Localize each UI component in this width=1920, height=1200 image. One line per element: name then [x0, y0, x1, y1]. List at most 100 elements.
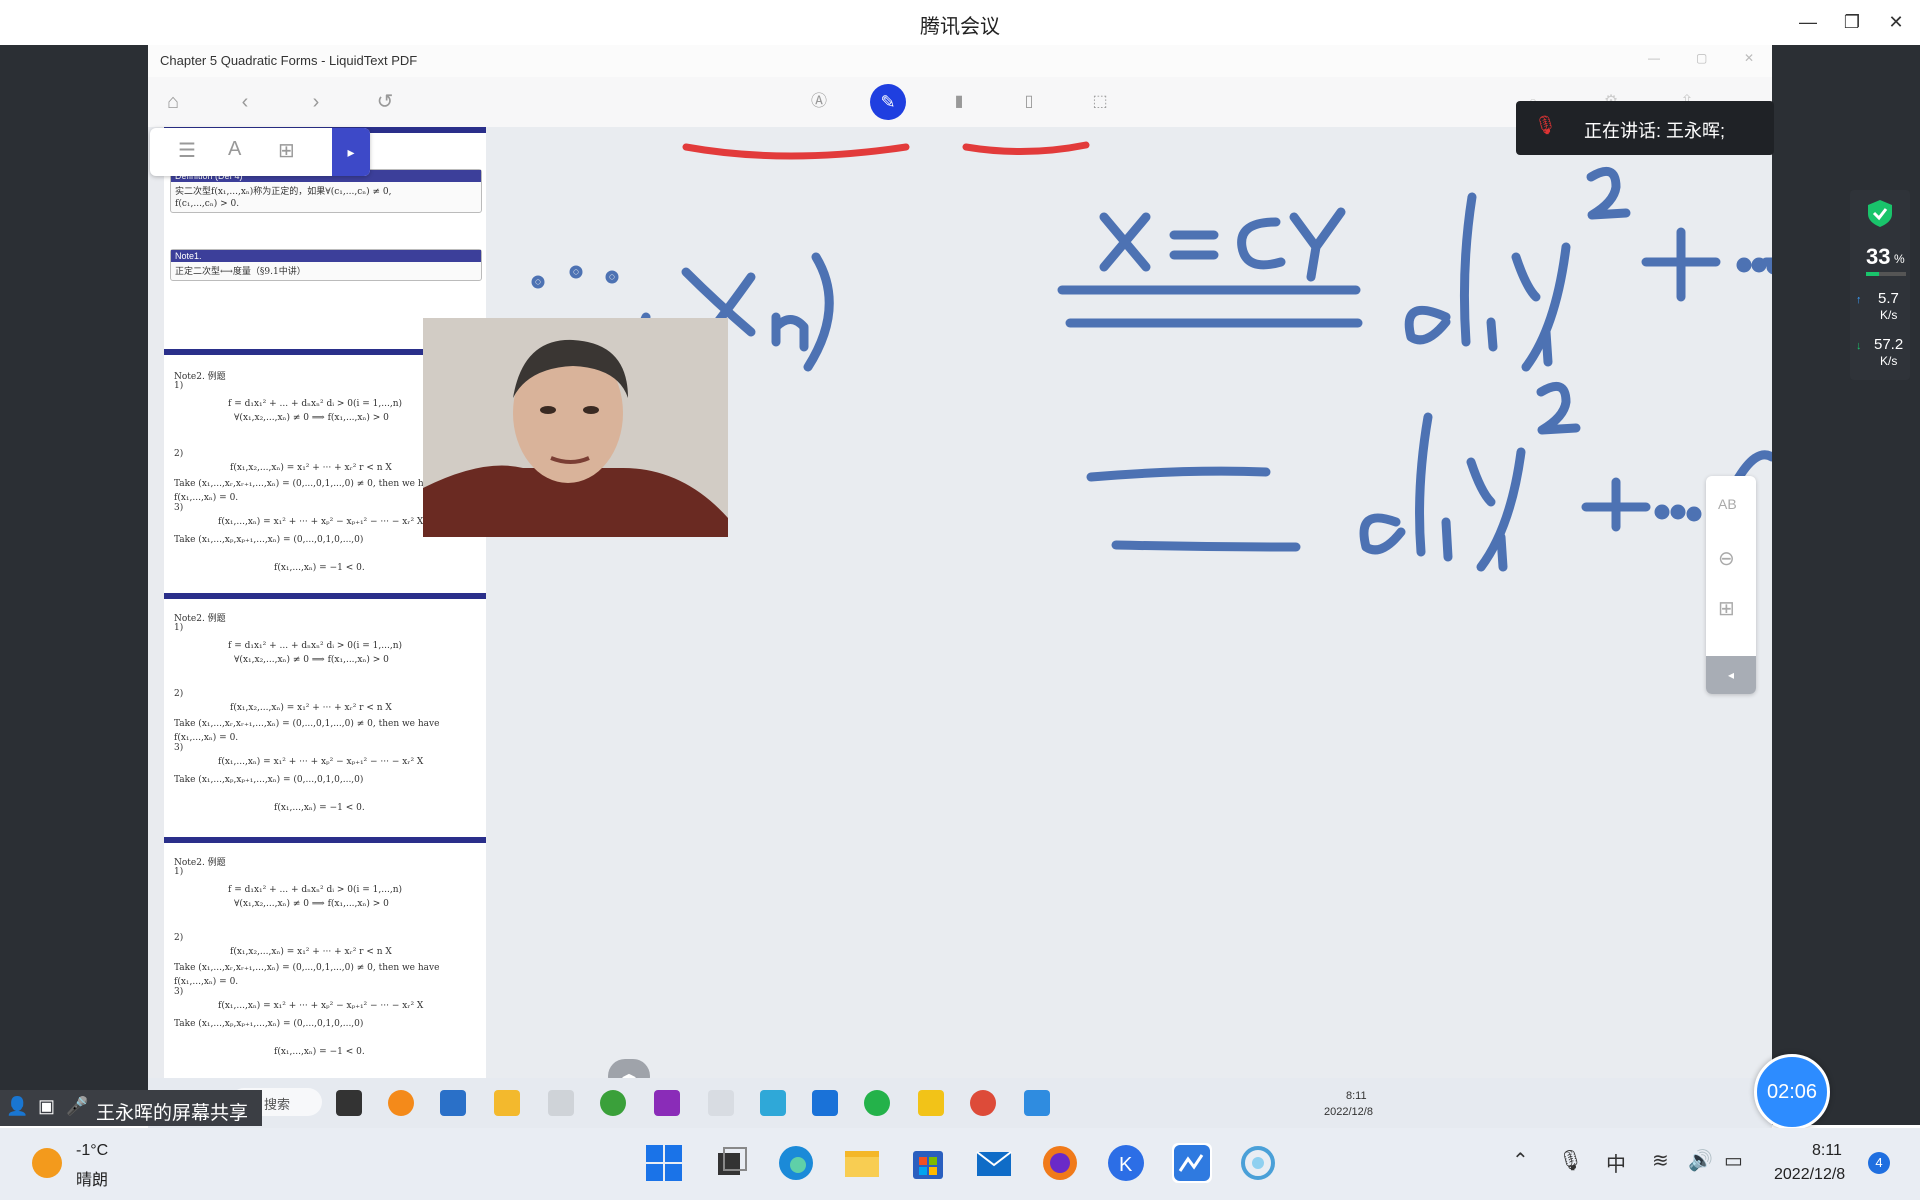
text-box-icon[interactable]: AB: [1718, 496, 1737, 512]
meeting-timer[interactable]: 02:06: [1754, 1054, 1830, 1130]
lt-close-icon[interactable]: ✕: [1744, 51, 1754, 65]
zoom-out-icon[interactable]: ⊖: [1718, 546, 1735, 571]
item3-label: 3): [174, 743, 184, 753]
miro-icon[interactable]: [918, 1090, 944, 1116]
item3-label: 3): [174, 503, 184, 513]
app-icon[interactable]: [812, 1090, 838, 1116]
liquidtext-icon[interactable]: [1172, 1143, 1212, 1183]
item2-label: 2): [174, 689, 184, 699]
equation: Take (x₁,...,xᵣ,xᵣ₊₁,...,xₙ) = (0,...,0,…: [174, 719, 440, 729]
screen-icon: ▣: [38, 1096, 56, 1116]
minimize-button[interactable]: —: [1788, 6, 1828, 38]
upload-unit: K/s: [1880, 308, 1898, 322]
download-speed: 57.2: [1874, 336, 1904, 353]
meeting-app-icon[interactable]: [1024, 1090, 1050, 1116]
eraser-icon[interactable]: ▯: [1014, 87, 1044, 117]
shield-icon: [1868, 200, 1892, 227]
k-app-icon[interactable]: K: [1106, 1143, 1146, 1183]
edge-icon[interactable]: [776, 1143, 816, 1183]
store-icon[interactable]: [440, 1090, 466, 1116]
app-icon[interactable]: [708, 1090, 734, 1116]
app-icon[interactable]: [760, 1090, 786, 1116]
ime-indicator[interactable]: 中: [1606, 1148, 1626, 1177]
notification-badge[interactable]: 4: [1868, 1152, 1890, 1174]
definition-body-line2: f(c₁,...,cₙ) > 0.: [175, 199, 240, 209]
equation: Take (x₁,...,xᵣ,xᵣ₊₁,...,xₙ) = (0,...,0,…: [174, 479, 440, 489]
equation: Take (x₁,...,xₚ,xₚ₊₁,...,xₙ) = (0,...,0,…: [174, 775, 364, 785]
cpu-percent-unit: %: [1894, 252, 1905, 266]
item1-label: 1): [174, 623, 184, 633]
meeting-title-bar: 腾讯会议 — ❐ ✕: [0, 0, 1920, 45]
equation: Take (x₁,...,xₚ,xₚ₊₁,...,xₙ) = (0,...,0,…: [174, 535, 364, 545]
collapse-panel-button[interactable]: ◂: [1706, 656, 1756, 694]
text-select-icon[interactable]: Ⓐ: [804, 87, 834, 117]
equation: f(x₁,x₂,...,xₙ) = x₁² + ··· + xᵣ² r < n …: [230, 703, 392, 713]
battery-icon[interactable]: ▭: [1724, 1148, 1743, 1173]
app-icon[interactable]: [548, 1090, 574, 1116]
shared-taskbar: 8:11 2022/12/8: [148, 1078, 1772, 1128]
back-icon[interactable]: ‹: [230, 87, 260, 117]
workspace-canvas[interactable]: [486, 127, 1772, 1078]
upload-arrow-icon: ↑: [1856, 294, 1862, 306]
chrome-icon[interactable]: [970, 1090, 996, 1116]
add-page-icon[interactable]: ⊞: [278, 138, 295, 163]
text-tool-icon[interactable]: A: [228, 138, 241, 161]
item1-label: 1): [174, 867, 184, 877]
presenter-image: [423, 318, 728, 537]
lasso-icon[interactable]: ⬚: [1085, 87, 1115, 117]
equation: ∀(x₁,x₂,...,xₙ) ≠ 0 ⟹ f(x₁,...,xₙ) > 0: [234, 413, 389, 423]
forward-icon[interactable]: ›: [301, 87, 331, 117]
speaking-text: 正在讲话: 王永晖;: [1584, 121, 1726, 141]
home-icon[interactable]: ⌂: [158, 87, 188, 117]
task-view-icon[interactable]: [336, 1090, 362, 1116]
network-monitor[interactable]: 33 % ↑ 5.7 K/s ↓ 57.2 K/s: [1850, 190, 1910, 380]
speaking-banner: 🎙 正在讲话: 王永晖;: [1516, 101, 1774, 155]
pdf-page: Note2. 例题 1) f = d₁x₁² + ... + dₙxₙ² dᵢ …: [164, 843, 486, 1078]
equation: f(x₁,...,xₙ) = −1 < 0.: [274, 563, 365, 573]
start-icon[interactable]: [644, 1143, 684, 1183]
mail-icon[interactable]: [974, 1143, 1014, 1183]
store-icon[interactable]: [908, 1143, 948, 1183]
collapse-pane-button[interactable]: ▸: [332, 128, 370, 176]
swirl-app-icon[interactable]: [1238, 1143, 1278, 1183]
weather-condition: 晴朗: [76, 1172, 109, 1189]
wifi-icon[interactable]: ≋: [1652, 1148, 1669, 1173]
folder-icon[interactable]: [494, 1090, 520, 1116]
microphone-icon[interactable]: 🎙: [1558, 1148, 1583, 1173]
highlighter-icon[interactable]: ▮: [944, 87, 974, 117]
equation: f(x₁,...,xₙ) = x₁² + ··· + xₚ² − xₚ₊₁² −…: [218, 517, 424, 527]
lt-maximize-icon[interactable]: ▢: [1696, 51, 1707, 65]
pane-resize-handle[interactable]: ◂▸: [608, 1059, 650, 1078]
leaf-app-icon[interactable]: [600, 1090, 626, 1116]
lt-minimize-icon[interactable]: —: [1648, 51, 1660, 65]
undo-icon[interactable]: ↺: [370, 87, 400, 117]
list-icon[interactable]: ☰: [178, 138, 196, 163]
note1-box: Note1. 正定二次型⟷度量（§9.1中讲）: [170, 249, 482, 281]
page-footer: Dong Yonghui (http://cdtmmm.org/yhwp) | …: [168, 339, 322, 345]
task-view-icon[interactable]: [710, 1143, 750, 1183]
download-arrow-icon: ↓: [1856, 340, 1862, 352]
item2-label: 2): [174, 933, 184, 943]
file-explorer-icon[interactable]: [842, 1143, 882, 1183]
equation: ∀(x₁,x₂,...,xₙ) ≠ 0 ⟹ f(x₁,...,xₙ) > 0: [234, 655, 389, 665]
chevron-up-icon[interactable]: ⌃: [1512, 1148, 1529, 1173]
pen-icon[interactable]: ✎: [870, 84, 906, 120]
upload-speed: 5.7: [1878, 290, 1899, 307]
firefox-icon[interactable]: [1040, 1143, 1080, 1183]
clock-time: 8:11: [1812, 1142, 1842, 1159]
weather-temp: -1°C: [76, 1142, 109, 1159]
restore-button[interactable]: ❐: [1832, 6, 1872, 38]
meeting-title: 腾讯会议: [920, 16, 1000, 38]
wechat-icon[interactable]: [864, 1090, 890, 1116]
add-page-icon[interactable]: ⊞: [1718, 596, 1735, 621]
weather-app-icon[interactable]: [388, 1090, 414, 1116]
volume-icon[interactable]: 🔊: [1688, 1148, 1713, 1173]
pdf-document-pane[interactable]: Definition (Def 4) 实二次型f(x₁,...,xₙ)称为正定的…: [164, 127, 486, 1078]
os-taskbar: -1°C 晴朗 K ⌃ 🎙 中 ≋ 🔊 ▭ 8:11 2022/12/8 4: [0, 1128, 1920, 1200]
equation: Take (x₁,...,xₚ,xₚ₊₁,...,xₙ) = (0,...,0,…: [174, 1019, 364, 1029]
onenote-icon[interactable]: [654, 1090, 680, 1116]
liquidtext-title-bar: Chapter 5 Quadratic Forms - LiquidText P…: [148, 45, 1772, 77]
equation: f = d₁x₁² + ... + dₙxₙ² dᵢ > 0(i = 1,...…: [228, 885, 403, 895]
shared-search-label: 搜索: [264, 1097, 291, 1112]
close-button[interactable]: ✕: [1876, 6, 1916, 38]
